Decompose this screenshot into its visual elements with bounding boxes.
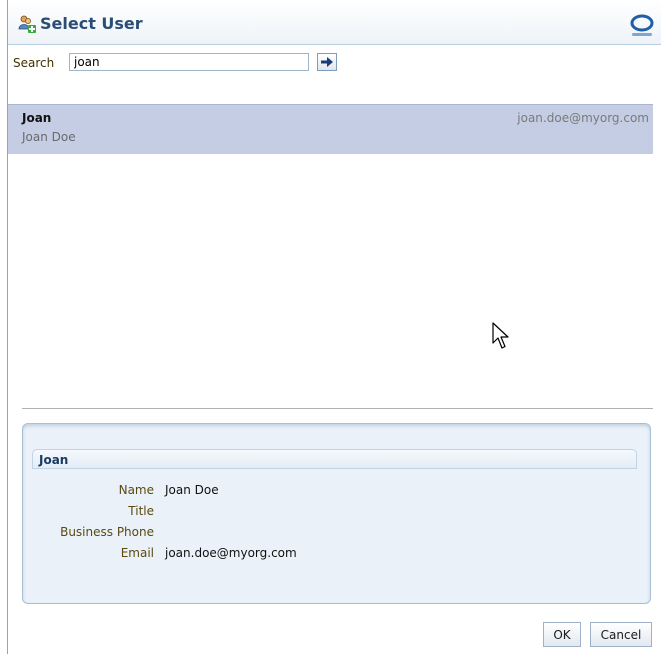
arrow-right-icon <box>321 57 333 67</box>
result-row[interactable]: Joan Joan Doe joan.doe@myorg.com <box>8 104 653 154</box>
mouse-pointer-icon <box>492 322 510 350</box>
field-label-business-phone: Business Phone <box>60 525 154 539</box>
search-go-button[interactable] <box>317 53 337 71</box>
result-row-name: Joan <box>22 111 52 125</box>
search-input[interactable] <box>69 53 309 71</box>
add-user-icon <box>18 15 36 33</box>
detail-header: Joan <box>32 449 637 469</box>
cancel-button[interactable]: Cancel <box>590 622 652 647</box>
field-label-name: Name <box>118 483 154 497</box>
ok-button[interactable]: OK <box>543 622 581 647</box>
detail-title: Joan <box>39 453 69 467</box>
result-row-email: joan.doe@myorg.com <box>517 111 649 125</box>
search-label: Search <box>13 56 55 70</box>
field-label-title: Title <box>128 504 154 518</box>
oracle-logo-icon <box>629 14 655 38</box>
splitter[interactable] <box>22 408 653 409</box>
results-list: Joan Joan Doe joan.doe@myorg.com <box>8 104 653 407</box>
user-detail-panel: Joan Name Joan Doe Title Business Phone … <box>22 423 651 604</box>
field-value-email: joan.doe@myorg.com <box>165 546 297 560</box>
dialog-title: Select User <box>40 14 143 33</box>
dialog-title-bar: Select User <box>8 0 661 45</box>
field-value-name: Joan Doe <box>165 483 219 497</box>
result-row-full-name: Joan Doe <box>22 130 76 144</box>
field-label-email: Email <box>120 546 154 560</box>
